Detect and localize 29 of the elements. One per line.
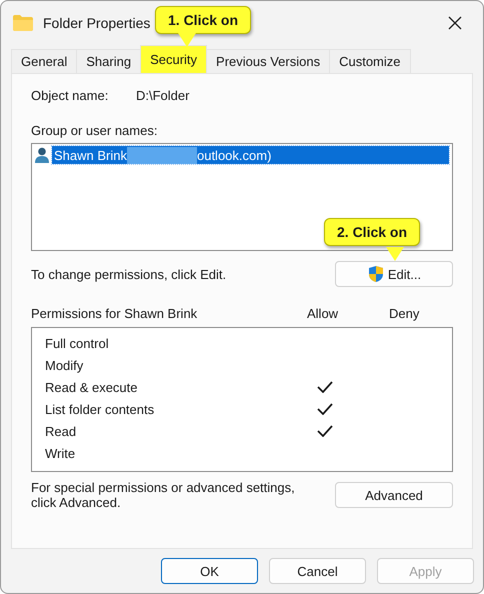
advanced-hint: For special permissions or advanced settings, click Advanced.	[31, 480, 296, 510]
dialog-button[interactable]: OK	[161, 558, 258, 584]
folder-icon	[13, 15, 33, 31]
permission-name: Modify	[45, 358, 84, 372]
permission-name: Read & execute	[45, 380, 139, 394]
shield-icon	[366, 265, 385, 283]
user-icon	[35, 147, 49, 163]
dialog-button[interactable]: Cancel	[269, 558, 366, 584]
user-list-item[interactable]: Shawn Brink outlook.com)	[52, 146, 449, 164]
tab[interactable]: General	[11, 49, 78, 73]
group-list-label: Group or user names:	[31, 123, 158, 138]
object-name-value: D:\Folder	[136, 88, 190, 103]
advanced-button[interactable]: Advanced	[335, 482, 453, 508]
edit-button[interactable]: Edit...	[335, 261, 453, 287]
redaction-block	[126, 146, 197, 164]
close-icon	[448, 16, 462, 30]
permission-name: Full control	[45, 336, 110, 350]
edit-hint: To change permissions, click Edit.	[31, 266, 226, 282]
deny-header: Deny	[389, 306, 420, 321]
permissions-label: Permissions for Shawn Brink	[31, 306, 198, 321]
allow-header: Allow	[307, 306, 340, 321]
callout-pointer	[386, 246, 404, 262]
permission-name: Write	[45, 446, 76, 460]
permission-name: Read	[45, 424, 78, 438]
window-title: Folder Properties	[43, 15, 150, 31]
tab[interactable]: Customize	[329, 49, 411, 73]
permission-name: List folder contents	[45, 402, 156, 416]
object-name-label: Object name:	[31, 88, 110, 103]
callout-pointer	[178, 32, 196, 48]
